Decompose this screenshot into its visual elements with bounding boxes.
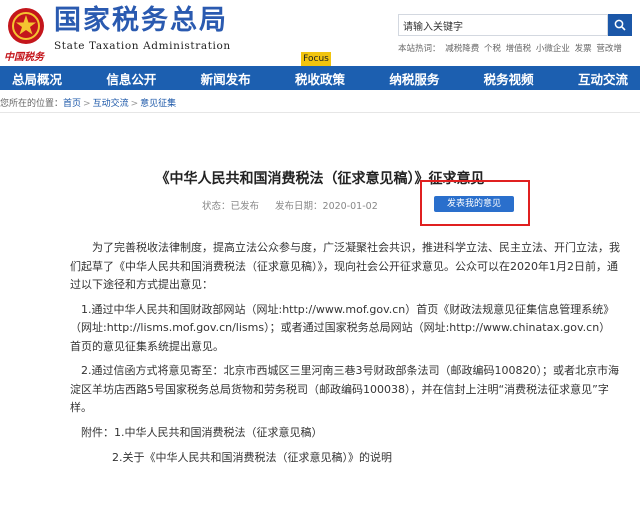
article-status: 状态：已发布	[202, 201, 260, 212]
attachment-1[interactable]: 附件：1.中华人民共和国消费税法（征求意见稿）	[70, 424, 620, 443]
search-box	[398, 14, 608, 38]
hot-word-link[interactable]: 小微企业	[536, 44, 570, 54]
breadcrumb-opinions[interactable]: 意见征集	[140, 99, 176, 109]
article-date: 2020-01-02	[322, 201, 378, 212]
paragraph-method-2: 2.通过信函方式将意见寄至：北京市西城区三里河南三巷3号财政部条法司（邮政编码1…	[70, 364, 619, 414]
nav-item-interaction[interactable]: 互动交流	[578, 69, 628, 88]
nav-item-tax-service[interactable]: 纳税服务	[389, 69, 439, 88]
breadcrumb-prefix: 您所在的位置：	[0, 99, 64, 109]
breadcrumb: 您所在的位置：首页 > 互动交流 > 意见征集	[0, 96, 176, 109]
hot-word-link[interactable]: 个税	[484, 44, 501, 54]
search-input[interactable]	[399, 17, 607, 38]
breadcrumb-separator-icon: >	[130, 99, 139, 109]
hot-word-link[interactable]: 减税降费	[445, 44, 479, 54]
paragraph-method-1: 1.通过中华人民共和国财政部网站（网址:http://www.mof.gov.c…	[70, 302, 615, 353]
nav-item-news[interactable]: 新闻发布	[201, 69, 251, 88]
nav-item-tax-policy[interactable]: 税收政策	[295, 69, 345, 88]
attachment-2[interactable]: 2.关于《中华人民共和国消费税法（征求意见稿）》的说明	[70, 449, 620, 468]
article-meta: 状态：已发布 发布日期：2020-01-02	[202, 198, 378, 212]
search-icon	[614, 19, 626, 31]
paragraph-intro: 为了完善税收法律制度，提高立法公众参与度，广泛凝聚社会共识，推进科学立法、民主立…	[70, 241, 620, 291]
hot-words: 本站热词： 减税降费 个税 增值税 小微企业 发票 营改增	[398, 42, 624, 54]
site-name-en: State Taxation Administration	[54, 40, 231, 52]
hot-words-label: 本站热词：	[398, 44, 441, 54]
breadcrumb-separator-icon: >	[83, 99, 91, 109]
main-nav: 总局概况 信息公开 新闻发布 税收政策 纳税服务 税务视频 互动交流	[0, 66, 640, 90]
article-title: 《中华人民共和国消费税法（征求意见稿）》征求意见	[155, 171, 485, 187]
breadcrumb-divider	[0, 112, 640, 113]
china-tax-logo: 中国税务	[4, 52, 44, 63]
nav-item-tax-video[interactable]: 税务视频	[484, 69, 534, 88]
focus-tag: Focus	[301, 52, 331, 66]
search-button[interactable]	[608, 14, 632, 36]
submit-opinion-button[interactable]: 发表我的意见	[434, 196, 514, 212]
date-label: 发布日期：	[275, 201, 323, 212]
breadcrumb-interaction[interactable]: 互动交流	[93, 99, 129, 109]
site-name-cn[interactable]: 国家税务总局	[54, 6, 228, 36]
tax-emblem-icon[interactable]	[6, 6, 46, 46]
nav-item-overview[interactable]: 总局概况	[12, 69, 62, 88]
breadcrumb-home[interactable]: 首页	[63, 99, 81, 109]
hot-word-link[interactable]: 发票	[575, 44, 592, 54]
nav-item-info-disclosure[interactable]: 信息公开	[106, 69, 156, 88]
hot-word-link[interactable]: 增值税	[506, 44, 532, 54]
hot-word-link[interactable]: 营改增	[596, 44, 622, 54]
article-content: 为了完善税收法律制度，提高立法公众参与度，广泛凝聚社会共识，推进科学立法、民主立…	[70, 239, 620, 468]
